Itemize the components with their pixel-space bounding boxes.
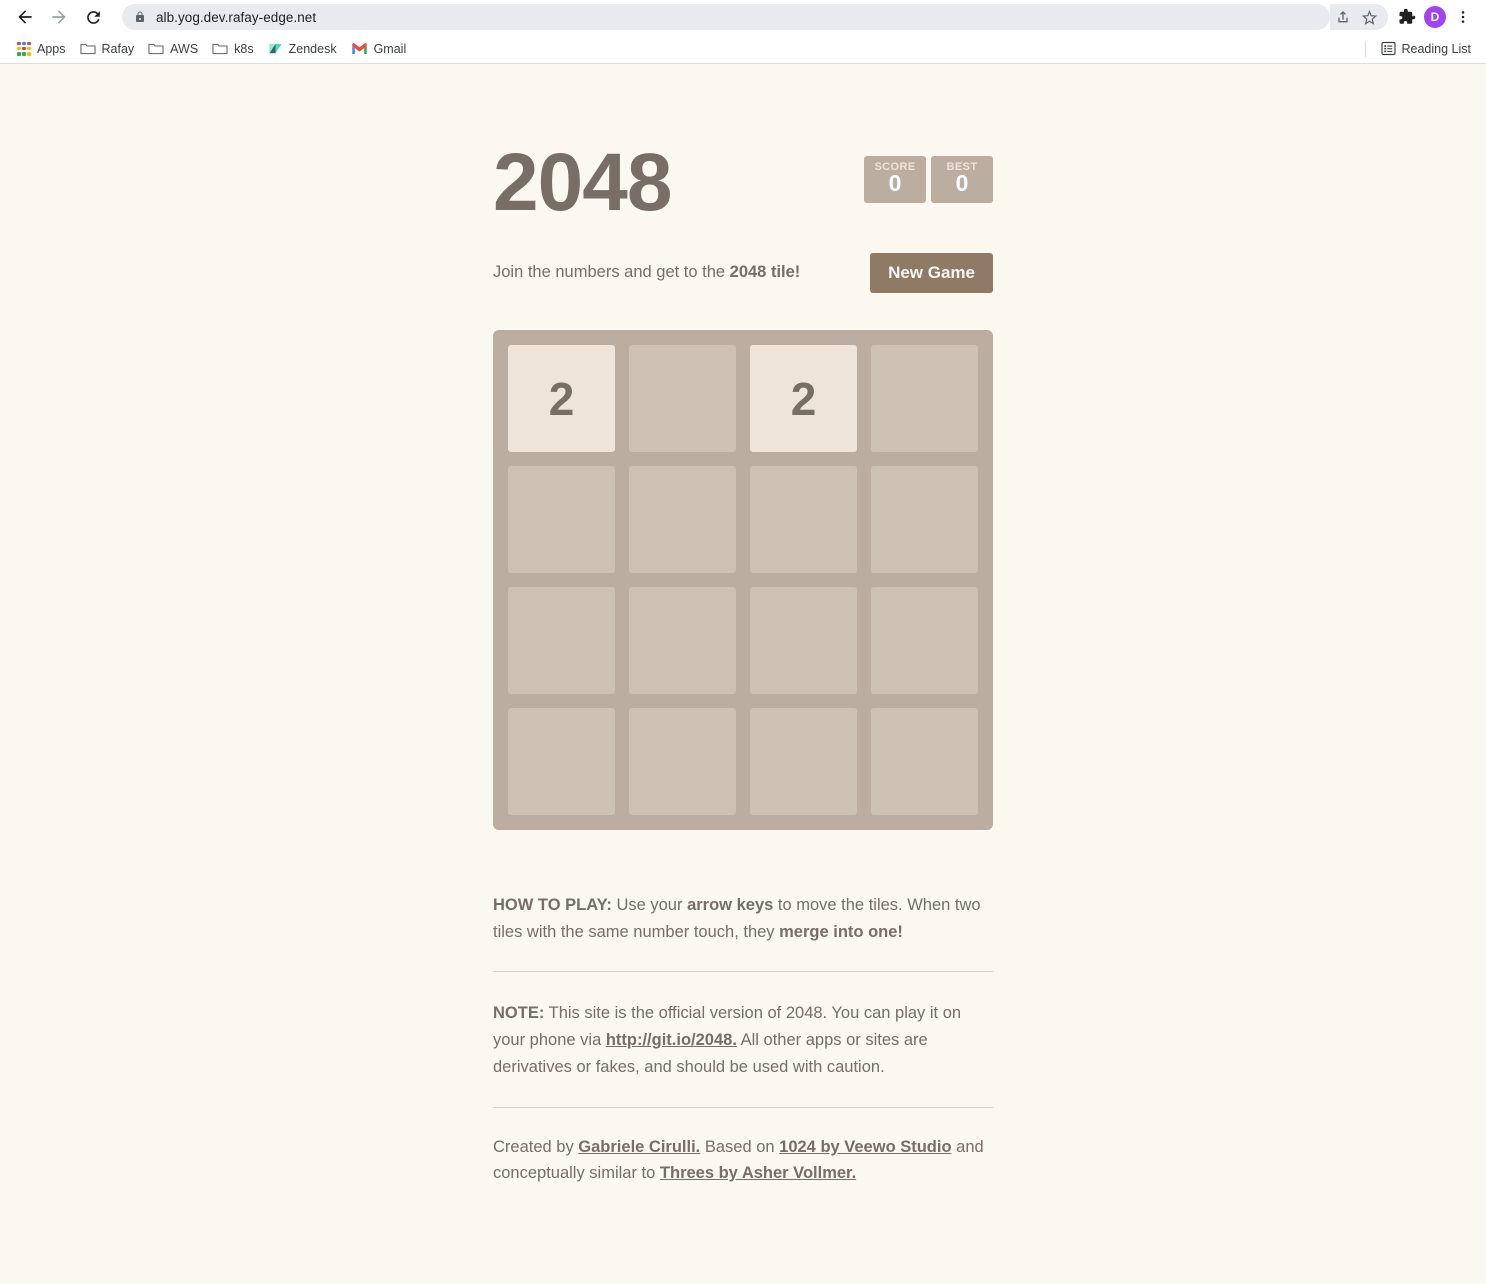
tile-empty (750, 466, 857, 573)
bookmark-zendesk-label: Zendesk (288, 41, 337, 56)
gabriele-cirulli-link[interactable]: Gabriele Cirulli. (578, 1138, 700, 1156)
veewo-studio-link[interactable]: 1024 by Veewo Studio (779, 1138, 951, 1156)
bookmark-k8s[interactable]: k8s (205, 39, 260, 59)
bookmark-gmail[interactable]: Gmail (344, 39, 414, 59)
browser-chrome: alb.yog.dev.rafay-edge.net D Apps Rafay … (0, 0, 1486, 64)
tile-empty (871, 345, 978, 452)
tile-empty (629, 587, 736, 694)
tile-empty (750, 708, 857, 815)
bookmark-k8s-label: k8s (234, 41, 254, 56)
reload-button[interactable] (78, 2, 108, 32)
omnibox-url-text: alb.yog.dev.rafay-edge.net (156, 9, 317, 25)
forward-button[interactable] (44, 2, 74, 32)
game-intro: Join the numbers and get to the 2048 til… (493, 262, 800, 283)
divider-1 (493, 971, 993, 973)
best-label: Best (946, 161, 978, 173)
game-heading: 2048 Score 0 Best 0 (493, 142, 993, 242)
new-game-button[interactable]: New Game (870, 253, 993, 293)
bookmarks-divider (1364, 40, 1366, 57)
three-dot-menu-icon (1461, 11, 1465, 23)
browser-toolbar: alb.yog.dev.rafay-edge.net D (0, 0, 1486, 34)
folder-icon (148, 43, 164, 54)
tile-empty (629, 708, 736, 815)
above-game-bar: Join the numbers and get to the 2048 til… (493, 252, 993, 294)
tile-empty (629, 345, 736, 452)
bookmark-button[interactable] (1356, 4, 1382, 30)
bookmark-gmail-label: Gmail (373, 41, 407, 56)
zendesk-icon (269, 43, 282, 54)
folder-icon (79, 43, 96, 54)
reload-icon (86, 10, 100, 24)
how-to-play-text: HOW TO PLAY: Use your arrow keys to move… (493, 892, 993, 945)
credits-text: Created by Gabriele Cirulli. Based on 10… (493, 1134, 993, 1187)
threes-link[interactable]: Threes by Asher Vollmer. (660, 1164, 856, 1182)
reading-list-icon (1380, 41, 1396, 56)
how-to-play-bold1: arrow keys (687, 896, 774, 914)
tile-empty (508, 708, 615, 815)
reading-list-label: Reading List (1401, 41, 1472, 56)
apps-grid-icon (17, 41, 31, 56)
how-to-play-bold2: merge into one! (779, 922, 903, 941)
bookmark-zendesk[interactable]: Zendesk (261, 38, 344, 59)
share-icon (1338, 11, 1348, 23)
git-io-link[interactable]: http://git.io/2048. (606, 1031, 737, 1049)
bookmark-apps-label: Apps (37, 41, 66, 56)
best-score-box: Best 0 (931, 156, 993, 203)
note-text: NOTE: This site is the official version … (493, 1000, 993, 1080)
score-box: Score 0 (864, 156, 926, 203)
extensions-button[interactable] (1394, 4, 1420, 30)
game-container-wrapper: 2048 Score 0 Best 0 Join the numbers and… (493, 64, 993, 1187)
omnibox[interactable]: alb.yog.dev.rafay-edge.net (122, 4, 1330, 30)
reading-list-button[interactable]: Reading List (1374, 38, 1479, 59)
page-content: 2048 Score 0 Best 0 Join the numbers and… (0, 64, 1486, 1282)
game-intro-strong: 2048 tile! (729, 263, 801, 282)
folder-icon (212, 43, 228, 54)
forward-arrow-icon (52, 10, 66, 24)
tile-container: 22 (508, 345, 978, 815)
game-board[interactable]: 22 (493, 330, 993, 830)
toolbar-right-actions: D (1394, 4, 1476, 30)
how-to-play-heading: HOW TO PLAY: (493, 896, 612, 914)
score-value: 0 (888, 170, 902, 196)
bookmark-apps[interactable]: Apps (10, 39, 73, 59)
credits-part1: Created by (493, 1137, 579, 1156)
score-label: Score (874, 161, 916, 173)
bookmark-aws[interactable]: AWS (141, 39, 205, 59)
gmail-icon (351, 42, 367, 55)
star-icon (1361, 9, 1377, 25)
bookmarks-bar: Apps Rafay AWS k8s Zendesk Gmail Reading… (0, 34, 1486, 64)
tile-empty (508, 587, 615, 694)
avatar[interactable]: D (1424, 6, 1446, 28)
browser-menu-button[interactable] (1450, 4, 1476, 30)
tile-empty (871, 587, 978, 694)
note-heading: NOTE: (493, 1004, 545, 1023)
back-arrow-icon (18, 10, 32, 24)
best-value: 0 (955, 170, 969, 196)
tile-empty (871, 466, 978, 573)
tile-empty (508, 466, 615, 573)
bookmark-aws-label: AWS (170, 41, 199, 56)
tile-empty (871, 708, 978, 815)
tile-2: 2 (750, 345, 857, 452)
divider-2 (493, 1106, 993, 1108)
game-intro-prefix: Join the numbers and get to the (493, 263, 730, 282)
tile-2: 2 (508, 345, 615, 452)
bookmark-rafay[interactable]: Rafay (73, 39, 142, 59)
tile-empty (750, 587, 857, 694)
lock-icon (134, 10, 146, 24)
back-button[interactable] (10, 2, 40, 32)
credits-part2: Based on (700, 1137, 780, 1156)
bookmark-rafay-label: Rafay (101, 41, 135, 56)
tile-empty (629, 466, 736, 573)
how-to-play-part1: Use your (611, 896, 688, 914)
share-button[interactable] (1330, 4, 1356, 30)
puzzle-piece-icon (1399, 8, 1416, 24)
scores-container: Score 0 Best 0 (864, 156, 993, 203)
omnibox-actions (1330, 4, 1388, 30)
